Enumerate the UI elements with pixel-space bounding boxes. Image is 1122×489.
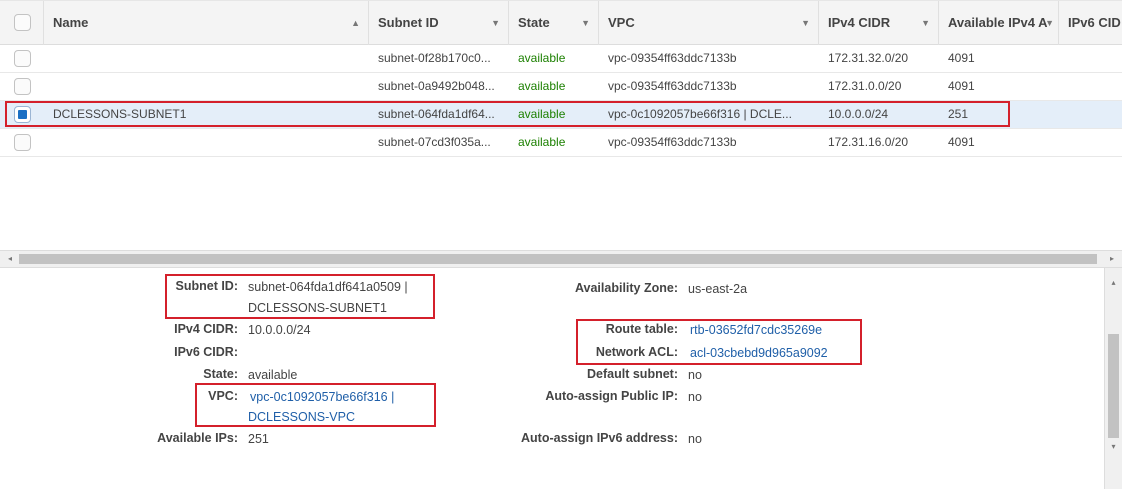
- row-checkbox[interactable]: [14, 78, 31, 95]
- row-checkbox[interactable]: [14, 134, 31, 151]
- subnets-table: Name ▲ Subnet ID ▼ State ▼ VPC ▼ IPv4 CIDR ▼ …: [0, 0, 1122, 250]
- scroll-down-icon[interactable]: ▾: [1105, 442, 1122, 451]
- vpc-label: VPC:: [208, 389, 238, 403]
- sort-desc-icon[interactable]: ▼: [581, 1, 590, 45]
- route-table-label: Route table:: [605, 322, 678, 336]
- ipv4-cidr-value: 10.0.0.0/24: [248, 323, 311, 337]
- state-value: available: [248, 368, 298, 382]
- scroll-right-icon[interactable]: ▸: [1104, 251, 1120, 267]
- sort-asc-icon[interactable]: ▲: [351, 1, 360, 45]
- ipv4-cidr-label: IPv4 CIDR:: [174, 322, 238, 336]
- table-row[interactable]: subnet-0a9492b048... available vpc-09354…: [0, 73, 1122, 101]
- vpc-link-line2[interactable]: DCLESSONS-VPC: [248, 407, 355, 427]
- default-subnet-value: no: [688, 368, 702, 382]
- default-subnet-label: Default subnet:: [587, 367, 678, 381]
- row-checkbox-checked[interactable]: [14, 106, 31, 123]
- route-table-link[interactable]: rtb-03652fd7cdc35269e: [690, 320, 822, 340]
- vpc-cell: vpc-09354ff63ddc7133b: [608, 51, 737, 65]
- subnet-details-panel: Subnet ID: subnet-064fda1df641a0509 | DC…: [0, 268, 1104, 489]
- sort-desc-icon[interactable]: ▼: [921, 1, 930, 45]
- table-header: Name ▲ Subnet ID ▼ State ▼ VPC ▼ IPv4 CIDR ▼ …: [0, 0, 1122, 45]
- vpc-cell: vpc-09354ff63ddc7133b: [608, 135, 737, 149]
- ipv4-cidr-cell: 172.31.0.0/20: [828, 79, 902, 93]
- state-cell: available: [518, 135, 566, 149]
- sort-desc-icon[interactable]: ▼: [1045, 1, 1054, 45]
- availability-zone-value: us-east-2a: [688, 282, 748, 296]
- column-header-available-ipv4[interactable]: Available IPv4 A ▼: [938, 1, 1058, 45]
- vpc-cell: vpc-0c1092057be66f316 | DCLE...: [608, 107, 792, 121]
- scroll-left-icon[interactable]: ◂: [2, 251, 18, 267]
- available-ips-cell: 4091: [948, 135, 975, 149]
- table-row[interactable]: subnet-07cd3f035a... available vpc-09354…: [0, 129, 1122, 157]
- auto-assign-ipv6-value: no: [688, 432, 702, 446]
- auto-assign-public-ip-label: Auto-assign Public IP:: [545, 389, 678, 403]
- select-all-checkbox[interactable]: [14, 14, 31, 31]
- column-header-state[interactable]: State ▼: [508, 1, 598, 45]
- horizontal-scrollbar[interactable]: ◂ ▸: [0, 250, 1122, 268]
- ipv4-cidr-cell: 10.0.0.0/24: [828, 107, 889, 121]
- subnet-id-value-line2: DCLESSONS-SUBNET1: [248, 301, 387, 315]
- available-ips-value: 251: [248, 432, 269, 446]
- sort-desc-icon[interactable]: ▼: [491, 1, 500, 45]
- vertical-scrollbar[interactable]: ▴ ▾: [1104, 268, 1122, 489]
- column-header-ipv4-cidr[interactable]: IPv4 CIDR ▼: [818, 1, 938, 45]
- subnet-id-cell: subnet-0a9492b048...: [378, 79, 495, 93]
- table-row-selected[interactable]: DCLESSONS-SUBNET1 subnet-064fda1df64... …: [0, 101, 1122, 129]
- state-cell: available: [518, 51, 566, 65]
- auto-assign-ipv6-label: Auto-assign IPv6 address:: [521, 431, 678, 445]
- state-cell: available: [518, 107, 566, 121]
- available-ips-cell: 4091: [948, 51, 975, 65]
- available-ips-cell: 251: [948, 107, 969, 121]
- scroll-up-icon[interactable]: ▴: [1105, 278, 1122, 287]
- vpc-cell: vpc-09354ff63ddc7133b: [608, 79, 737, 93]
- auto-assign-public-ip-value: no: [688, 390, 702, 404]
- subnet-id-cell: subnet-064fda1df64...: [378, 107, 495, 121]
- vertical-scroll-thumb[interactable]: [1108, 334, 1119, 438]
- subnet-id-value-line1: subnet-064fda1df641a0509 |: [248, 280, 408, 294]
- horizontal-scroll-thumb[interactable]: [19, 254, 1097, 264]
- ipv4-cidr-cell: 172.31.16.0/20: [828, 135, 909, 149]
- state-label: State:: [203, 367, 238, 381]
- column-header-subnet-id[interactable]: Subnet ID ▼: [368, 1, 508, 45]
- column-header-name[interactable]: Name ▲: [43, 1, 368, 45]
- available-ips-cell: 4091: [948, 79, 975, 93]
- ipv4-cidr-cell: 172.31.32.0/20: [828, 51, 909, 65]
- ipv6-cidr-label: IPv6 CIDR:: [174, 345, 238, 359]
- column-header-ipv6-cidr[interactable]: IPv6 CID: [1058, 1, 1122, 45]
- subnet-id-cell: subnet-07cd3f035a...: [378, 135, 491, 149]
- subnet-id-label: Subnet ID:: [175, 279, 239, 293]
- vpc-link-line1[interactable]: vpc-0c1092057be66f316 |: [250, 387, 394, 407]
- available-ips-label: Available IPs:: [157, 431, 238, 445]
- network-acl-link[interactable]: acl-03cbebd9d965a9092: [690, 343, 828, 363]
- availability-zone-label: Availability Zone:: [574, 281, 678, 295]
- table-row[interactable]: subnet-0f28b170c0... available vpc-09354…: [0, 45, 1122, 73]
- row-checkbox[interactable]: [14, 50, 31, 67]
- subnet-id-cell: subnet-0f28b170c0...: [378, 51, 491, 65]
- network-acl-label: Network ACL:: [595, 345, 678, 359]
- sort-desc-icon[interactable]: ▼: [801, 1, 810, 45]
- name-cell: DCLESSONS-SUBNET1: [53, 107, 187, 121]
- state-cell: available: [518, 79, 566, 93]
- column-header-vpc[interactable]: VPC ▼: [598, 1, 818, 45]
